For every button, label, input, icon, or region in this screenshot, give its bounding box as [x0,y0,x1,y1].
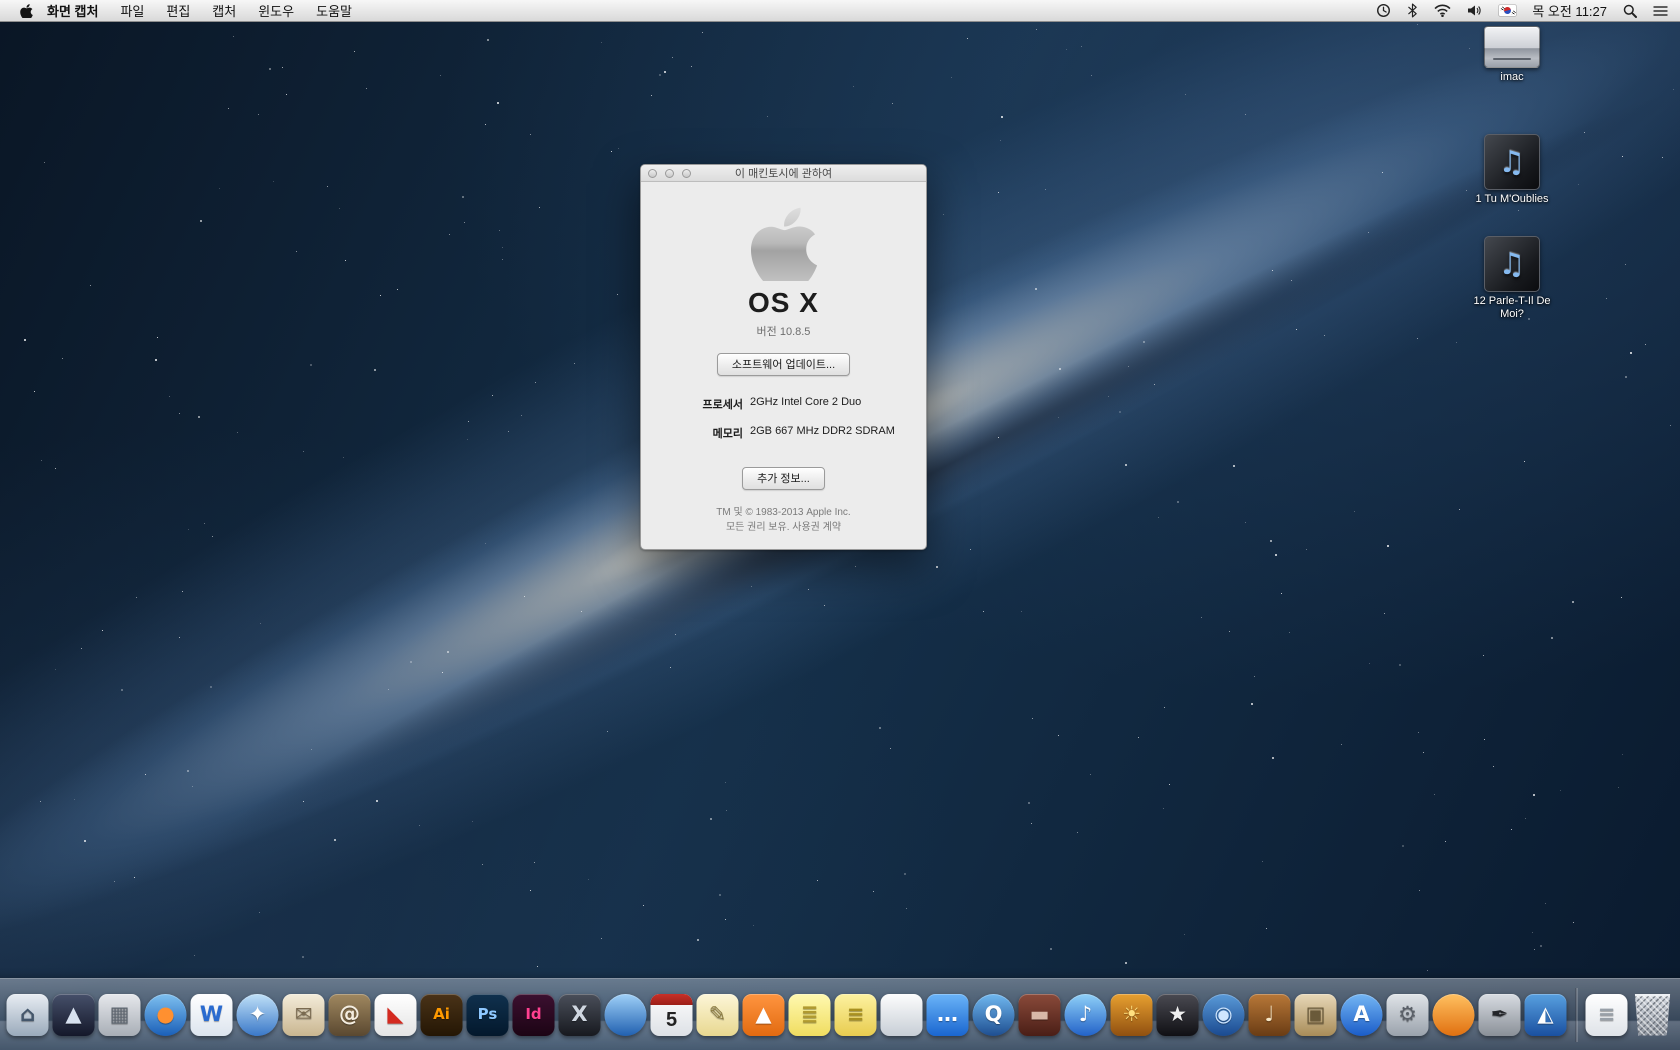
dock-item-frame-app[interactable]: ▣ [1295,994,1337,1036]
dock-item-messages[interactable]: … [927,994,969,1036]
volume-icon[interactable] [1467,4,1483,17]
copyright-line2: 모든 권리 보유. 사용권 계약 [651,521,916,536]
dock-item-adobe-illustrator[interactable]: Ai [421,994,463,1036]
dock-item-system-preferences[interactable]: ⚙ [1387,994,1429,1036]
window-titlebar[interactable]: 이 매킨토시에 관하여 [641,165,926,182]
dock-item-rocket-app[interactable]: ▲ [53,994,95,1036]
dock-item-sunburst-app[interactable]: ☀ [1111,994,1153,1036]
apple-logo [751,202,817,281]
dock-item-stamp-mail-app[interactable]: ✉ [283,994,325,1036]
hard-drive-icon [1484,26,1540,68]
time-machine-icon[interactable] [1376,3,1391,18]
dock-item-firefox[interactable]: ● [145,994,187,1036]
dock-item-sail-app[interactable]: ◭ [1525,994,1567,1036]
desktop-icon-audio-1[interactable]: ♫ 1 Tu M'Oublies [1466,134,1558,206]
dock-item-itunes[interactable]: ♪ [1065,994,1107,1036]
about-this-mac-window: 이 매킨토시에 관하여 OS X 버전 10.8.5 소프트웨어 업데이트... [640,164,927,550]
menubar: 화면 캡처 파일 편집 캡처 윈도우 도움말 목 오전 11:27 [0,0,1680,22]
music-note-icon: ♫ [1499,247,1526,282]
dock-divider [1576,988,1577,1042]
dock-item-star-app[interactable]: ★ [1157,994,1199,1036]
zoom-button[interactable] [682,169,691,178]
processor-label: 프로세서 [651,396,743,412]
dock-item-ink-app[interactable]: ✒ [1479,994,1521,1036]
menu-edit[interactable]: 편집 [166,1,190,20]
menu-file[interactable]: 파일 [120,1,144,20]
copyright-text: TM 및 © 1983-2013 Apple Inc. 모든 권리 보유. 사용… [651,506,916,535]
dock-item-w-writer-app[interactable]: W [191,994,233,1036]
menubar-status-area: 목 오전 11:27 [1376,1,1668,20]
dock-item-adobe-indesign[interactable]: Id [513,994,555,1036]
dock-item-quicktime[interactable]: Q [973,994,1015,1036]
audio-file-icon: ♫ [1484,236,1540,292]
dock-item-address-book-app[interactable]: ▬ [1019,994,1061,1036]
copyright-line1: TM 및 © 1983-2013 Apple Inc. [651,506,916,521]
desktop-screen: 화면 캡처 파일 편집 캡처 윈도우 도움말 목 오전 11:27 [0,0,1680,1050]
memory-value: 2GB 667 MHz DDR2 SDRAM [750,425,895,441]
minimize-button[interactable] [665,169,674,178]
menu-window[interactable]: 윈도우 [258,1,294,20]
dock-item-vlc[interactable]: ▲ [743,994,785,1036]
dock-item-chat-white-app[interactable] [881,994,923,1036]
dock-item-textedit-document[interactable]: ≡ [1586,994,1628,1036]
dock-item-garageband[interactable]: ♩ [1249,994,1291,1036]
dock-item-building-app[interactable]: ▦ [99,994,141,1036]
memory-row: 메모리 2GB 667 MHz DDR2 SDRAM [651,425,916,441]
dock-item-calendar[interactable]: 5 [651,994,693,1036]
memory-label: 메모리 [651,425,743,441]
bluetooth-icon[interactable] [1407,3,1418,18]
more-info-button[interactable]: 추가 정보... [742,467,825,490]
desktop-icon-label: imac [1466,71,1558,84]
dock-item-x11[interactable]: X [559,994,601,1036]
processor-value: 2GHz Intel Core 2 Duo [750,396,861,412]
dock-item-safari[interactable]: ✦ [237,994,279,1036]
dock-item-app-store[interactable]: A [1341,994,1383,1036]
processor-row: 프로세서 2GHz Intel Core 2 Duo [651,396,916,412]
os-name: OS X [651,287,916,319]
desktop-icon-imac[interactable]: imac [1466,26,1558,84]
menubar-app-name[interactable]: 화면 캡처 [47,1,98,20]
dock-item-adobe-photoshop[interactable]: Ps [467,994,509,1036]
dock-item-orange-orb-app[interactable] [1433,994,1475,1036]
dock: ⌂▲▦●W✦✉@◣AiPsIdX5✎▲≣≡…Q▬♪☀★◉♩▣A⚙✒◭≡ [0,978,1680,1050]
spotlight-icon[interactable] [1623,4,1637,18]
music-note-icon: ♫ [1499,145,1526,180]
menu-help[interactable]: 도움말 [316,1,352,20]
desktop-icon-audio-12[interactable]: ♫ 12 Parle-T-Il De Moi? [1466,236,1558,321]
korean-flag-icon[interactable] [1499,5,1516,16]
dock-item-at-mail-app[interactable]: @ [329,994,371,1036]
dock-item-adobe-reader[interactable]: ◣ [375,994,417,1036]
window-title: 이 매킨토시에 관하여 [735,165,832,181]
apple-menu-icon[interactable] [20,3,33,18]
dock-item-stickies[interactable]: ≣ [789,994,831,1036]
dock-item-workbench-app[interactable]: ⌂ [7,994,49,1036]
dock-item-trash[interactable] [1632,994,1674,1036]
software-update-button[interactable]: 소프트웨어 업데이트... [717,353,850,376]
desktop-icon-label: 1 Tu M'Oublies [1466,193,1558,206]
desktop-icon-label: 12 Parle-T-Il De Moi? [1466,295,1558,321]
menu-capture[interactable]: 캡처 [212,1,236,20]
dock-item-sticky-pad[interactable]: ≡ [835,994,877,1036]
menubar-clock[interactable]: 목 오전 11:27 [1532,1,1607,20]
dock-item-notes[interactable]: ✎ [697,994,739,1036]
notification-center-icon[interactable] [1653,5,1668,17]
close-button[interactable] [648,169,657,178]
dock-item-blue-orb-app[interactable] [605,994,647,1036]
os-version: 버전 10.8.5 [651,323,916,339]
wifi-icon[interactable] [1434,4,1451,17]
audio-file-icon: ♫ [1484,134,1540,190]
dock-item-dvd-player[interactable]: ◉ [1203,994,1245,1036]
